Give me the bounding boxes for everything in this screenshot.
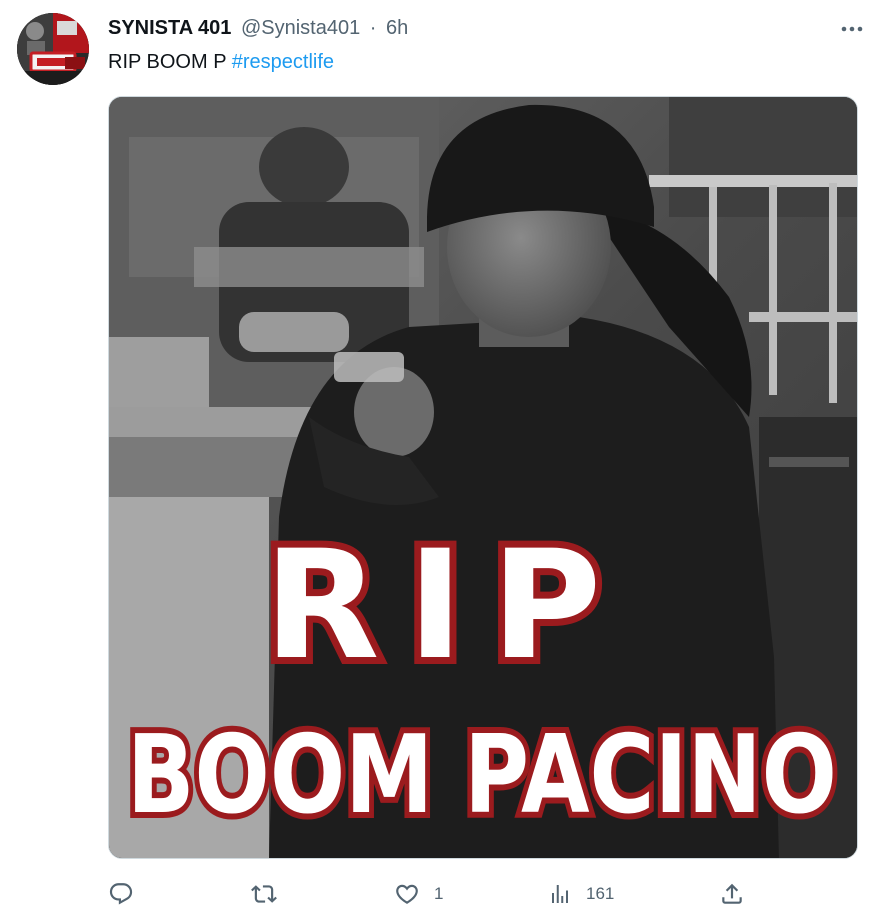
heart-icon xyxy=(396,884,418,904)
overlay-text-name: BOOM PACINO xyxy=(127,713,837,838)
more-options-button[interactable] xyxy=(836,18,868,40)
retweet-icon xyxy=(251,885,277,903)
avatar[interactable] xyxy=(17,13,89,85)
tweet-media-image[interactable]: RIP BOOM PACINO xyxy=(108,96,858,859)
share-icon xyxy=(722,883,742,904)
reply-icon xyxy=(109,883,133,905)
views-button[interactable]: 161 xyxy=(548,876,614,912)
like-count: 1 xyxy=(434,884,444,903)
tweet-card[interactable]: SYNISTA 401 @Synista401 · 6h RIP BOOM P … xyxy=(0,0,879,924)
retweet-button[interactable] xyxy=(250,876,292,912)
avatar-image xyxy=(17,13,89,85)
overlay-text-rip: RIP xyxy=(264,519,629,693)
author-display-name[interactable]: SYNISTA 401 xyxy=(108,17,231,39)
reply-button[interactable] xyxy=(108,876,148,912)
tweet-text-body: RIP BOOM P xyxy=(108,51,227,73)
tweet-header: SYNISTA 401 @Synista401 · 6h xyxy=(108,16,408,40)
views-count: 161 xyxy=(586,884,615,903)
tweet-actions-bar: 1 161 xyxy=(0,876,879,912)
author-handle[interactable]: @Synista401 xyxy=(241,17,360,39)
media-photo: RIP BOOM PACINO xyxy=(109,97,857,858)
tweet-text: RIP BOOM P #respectlife xyxy=(108,50,334,74)
tweet-timestamp[interactable]: 6h xyxy=(386,17,408,39)
separator-dot: · xyxy=(369,17,377,39)
hashtag-link[interactable]: #respectlife xyxy=(232,51,334,73)
more-horizontal-icon xyxy=(841,26,863,32)
views-chart-icon xyxy=(552,885,568,903)
like-button[interactable]: 1 xyxy=(394,876,443,912)
share-button[interactable] xyxy=(719,876,745,912)
